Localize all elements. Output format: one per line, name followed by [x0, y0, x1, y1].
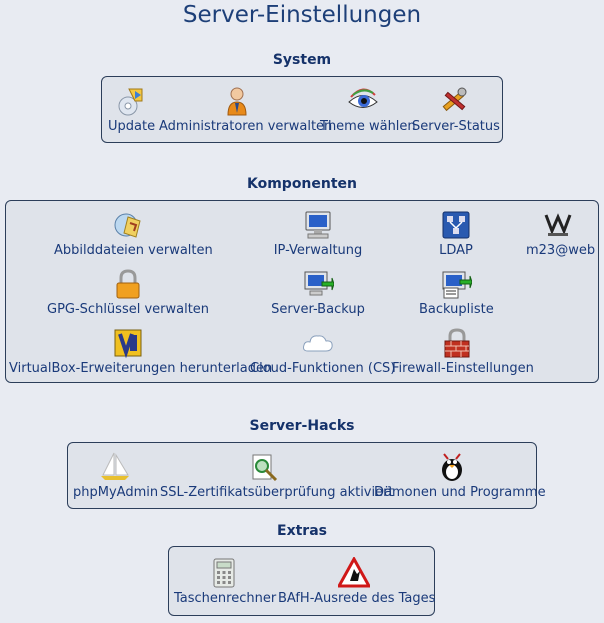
warning-sign-icon — [338, 557, 370, 588]
section-title-hacks: Server-Hacks — [249, 418, 355, 434]
cloud-functions-label: Cloud-Funktionen (CS) — [250, 361, 396, 376]
admin-user-icon — [227, 87, 247, 116]
image-files-link[interactable]: Abbilddateien verwalten — [54, 209, 213, 258]
m23-logo-icon — [544, 213, 572, 236]
section-title-components: Komponenten — [246, 176, 358, 192]
cloud-icon — [303, 335, 333, 352]
m23-web-link[interactable]: m23@web — [526, 209, 596, 258]
backup-list-label: Backupliste — [419, 302, 494, 317]
phpmyadmin-sailboat-icon — [101, 452, 129, 480]
page-title: Server-Einstellungen — [182, 2, 422, 28]
ssl-certificate-icon — [252, 454, 278, 482]
administrators-link[interactable]: Administratoren verwalten — [159, 85, 333, 134]
firewall-link[interactable]: Firewall-Einstellungen — [392, 327, 534, 376]
daemons-label: Dämonen und Programme — [374, 485, 546, 500]
bafh-excuse-link[interactable]: BAfH-Ausrede des Tages — [278, 557, 436, 606]
monitor-icon — [305, 211, 331, 239]
image-files-label: Abbilddateien verwalten — [54, 243, 213, 258]
daemon-tux-icon — [442, 453, 462, 481]
server-backup-icon — [304, 271, 334, 296]
calculator-link[interactable]: Taschenrechner — [174, 557, 277, 606]
backup-list-icon — [442, 271, 472, 299]
backup-list-link[interactable]: Backupliste — [419, 268, 494, 317]
section-title-extras: Extras — [277, 523, 327, 539]
ssl-verification-label: SSL-Zertifikatsüberprüfung aktiviert — [160, 485, 394, 500]
ip-management-link[interactable]: IP-Verwaltung — [268, 209, 368, 258]
calculator-label: Taschenrechner — [174, 591, 277, 606]
server-status-tools-icon — [442, 87, 467, 112]
server-backup-link[interactable]: Server-Backup — [268, 268, 368, 317]
m23-web-label: m23@web — [526, 243, 596, 258]
ip-management-label: IP-Verwaltung — [273, 243, 363, 258]
server-status-label: Server-Status — [412, 119, 500, 134]
update-link[interactable]: Update — [108, 85, 156, 134]
section-title-system: System — [272, 52, 332, 68]
administrators-label: Administratoren verwalten — [159, 119, 333, 134]
virtualbox-icon — [114, 329, 142, 359]
update-label: Update — [108, 119, 156, 134]
theme-link[interactable]: Theme wählen — [320, 85, 416, 134]
ldap-label: LDAP — [439, 243, 473, 258]
server-status-link[interactable]: Server-Status — [412, 85, 500, 134]
update-icon — [118, 88, 143, 116]
virtualbox-label: VirtualBox-Erweiterungen herunterladen — [9, 361, 273, 376]
image-files-icon — [114, 213, 141, 238]
extras-panel: Taschenrechner BAfH-Ausrede des Tages — [168, 546, 435, 616]
daemons-link[interactable]: Dämonen und Programme — [374, 451, 546, 500]
virtualbox-link[interactable]: VirtualBox-Erweiterungen herunterladen — [9, 327, 273, 376]
calculator-icon — [213, 558, 235, 588]
theme-eye-icon — [348, 88, 378, 108]
ldap-icon — [442, 211, 470, 239]
ldap-link[interactable]: LDAP — [431, 209, 481, 258]
firewall-label: Firewall-Einstellungen — [392, 361, 534, 376]
server-backup-label: Server-Backup — [271, 302, 365, 317]
phpmyadmin-label: phpMyAdmin — [73, 485, 159, 500]
theme-label: Theme wählen — [320, 119, 416, 134]
phpmyadmin-link[interactable]: phpMyAdmin — [73, 451, 159, 500]
system-panel: Update Administratoren verwalten Theme w… — [101, 76, 503, 143]
components-panel: Abbilddateien verwalten IP-Verwaltung LD… — [5, 200, 599, 383]
hacks-panel: phpMyAdmin SSL-Zertifikatsüberprüfung ak… — [67, 442, 546, 509]
gpg-keys-label: GPG-Schlüssel verwalten — [47, 302, 210, 317]
bafh-excuse-label: BAfH-Ausrede des Tages — [278, 591, 436, 606]
padlock-icon — [116, 269, 140, 299]
firewall-icon — [444, 328, 470, 358]
cloud-functions-link[interactable]: Cloud-Funktionen (CS) — [250, 327, 396, 376]
gpg-keys-link[interactable]: GPG-Schlüssel verwalten — [47, 268, 209, 317]
ssl-verification-link[interactable]: SSL-Zertifikatsüberprüfung aktiviert — [160, 451, 394, 500]
